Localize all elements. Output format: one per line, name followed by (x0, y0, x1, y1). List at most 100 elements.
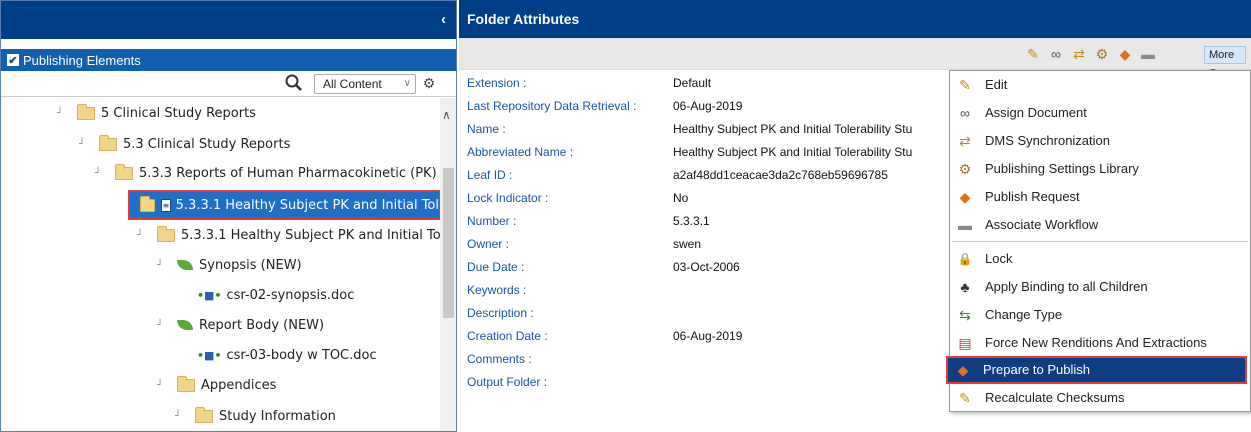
menu-item-dms-synchronization[interactable]: ⇄ DMS Synchronization (950, 127, 1250, 155)
attribute-value: Healthy Subject PK and Initial Tolerabil… (673, 122, 913, 136)
tree-node[interactable]: ┘ 5.3 Clinical Study Reports (79, 131, 290, 157)
content-filter-select[interactable]: All Content ∨ (314, 74, 416, 94)
tree-node[interactable]: •■• csr-02-synopsis.doc (197, 282, 354, 308)
menu-item-force-new-renditions[interactable]: ▤ Force New Renditions And Extractions (950, 329, 1250, 357)
tree-node[interactable]: ┘ 5.3.3.1 Healthy Subject PK and Initial… (137, 222, 452, 248)
sync-icon[interactable]: ⇄ (1070, 46, 1088, 62)
attribute-label: Last Repository Data Retrieval : (467, 99, 637, 113)
publish-request-icon: ◆ (959, 189, 971, 205)
link-icon: ∞ (960, 105, 970, 121)
tree-node-label: Study Information (219, 408, 336, 424)
tree-node[interactable]: ┘ Report Body (NEW) (157, 312, 324, 338)
expand-icon[interactable]: ┘ (79, 139, 87, 150)
expand-icon[interactable]: ┘ (57, 108, 65, 119)
attribute-label: Leaf ID : (467, 168, 513, 182)
attributes-toolbar: ✎ ∞ ⇄ ⚙ ◆ ▬ More ▼ (459, 38, 1251, 76)
chevron-down-icon: ∨ (403, 78, 411, 89)
tree-node-label: Appendices (201, 377, 277, 393)
tree-node-label: Report Body (NEW) (199, 317, 325, 333)
left-panel-header: ‹ (1, 1, 456, 39)
scroll-up-icon[interactable]: ∧ (442, 108, 451, 122)
tree-node[interactable]: ┘ Study Information (175, 403, 336, 429)
menu-item-label: Assign Document (985, 105, 1087, 120)
attribute-label: Abbreviated Name : (467, 145, 574, 159)
attribute-label: Keywords : (467, 283, 527, 297)
menu-item-lock[interactable]: 🔒 Lock (950, 245, 1250, 273)
publish-request-icon[interactable]: ◆ (1116, 46, 1134, 62)
scrollbar-thumb[interactable] (443, 168, 454, 318)
leaf-icon (177, 320, 193, 330)
tree-node[interactable]: ┘ Synopsis (NEW) (157, 252, 302, 278)
attribute-value: 06-Aug-2019 (673, 99, 743, 113)
menu-item-label: Edit (985, 77, 1008, 92)
publishing-elements-panel: ‹ ✔ Publishing Elements All Content ∨ ⚙ … (0, 0, 457, 432)
menu-item-label: Prepare to Publish (983, 362, 1090, 377)
menu-item-label: DMS Synchronization (985, 133, 1110, 148)
attribute-label: Output Folder : (467, 375, 548, 389)
attribute-value: a2af48dd1ceacae3da2c768eb59696785 (673, 168, 888, 182)
tree-node-label: csr-03-body w TOC.doc (226, 347, 377, 363)
binding-icon: ♣ (960, 279, 970, 295)
menu-item-recalculate-checksums[interactable]: ✎ Recalculate Checksums (950, 384, 1250, 412)
menu-item-associate-workflow[interactable]: ▬ Associate Workflow (950, 211, 1250, 239)
attribute-label: Description : (467, 306, 534, 320)
tree-scrollbar[interactable]: ∧ (440, 98, 456, 431)
menu-item-publish-request[interactable]: ◆ Publish Request (950, 183, 1250, 211)
attribute-label: Lock Indicator : (467, 191, 549, 205)
menu-item-prepare-to-publish[interactable]: ◆ Prepare to Publish (946, 356, 1247, 384)
expand-icon[interactable]: ┘ (157, 260, 165, 271)
more-button[interactable]: More ▼ (1204, 46, 1246, 76)
tree-node[interactable]: ┘ Appendices (157, 372, 276, 398)
expand-icon[interactable]: ┘ (95, 168, 103, 179)
menu-item-label: Publish Request (985, 189, 1080, 204)
publishing-elements-checkbox[interactable]: ✔ (7, 54, 19, 67)
expand-icon[interactable]: ┘ (137, 230, 145, 241)
menu-item-apply-binding[interactable]: ♣ Apply Binding to all Children (950, 273, 1250, 301)
tree-node[interactable]: ┘ 5.3.3 Reports of Human Pharmacokinetic… (95, 160, 449, 186)
folder-icon (195, 406, 213, 423)
attribute-label: Extension : (467, 76, 527, 90)
search-icon[interactable] (284, 73, 304, 93)
folder-attributes-title: Folder Attributes (459, 0, 1251, 38)
attribute-label: Creation Date : (467, 329, 548, 343)
menu-item-label: Change Type (985, 307, 1063, 322)
attribute-value: 5.3.3.1 (673, 214, 710, 228)
library-icon[interactable]: ⚙ (1093, 46, 1111, 62)
workflow-icon: ▬ (958, 217, 972, 233)
filter-row: All Content ∨ ⚙ (1, 71, 456, 97)
tree-node[interactable]: •■• csr-03-body w TOC.doc (197, 342, 377, 368)
tree-node-selected[interactable]: ≡ 5.3.3.1 Healthy Subject PK and Initial… (128, 190, 441, 220)
tree-node-label: Synopsis (NEW) (199, 257, 302, 273)
attribute-value: swen (673, 237, 702, 251)
expand-icon[interactable]: ┘ (157, 320, 165, 331)
menu-item-label: Publishing Settings Library (985, 161, 1139, 176)
menu-item-label: Recalculate Checksums (985, 390, 1125, 405)
tree-node[interactable]: ┘ 5 Clinical Study Reports (57, 100, 256, 126)
edit-icon[interactable]: ✎ (1024, 46, 1042, 62)
menu-item-edit[interactable]: ✎ Edit (950, 71, 1250, 99)
sync-icon: ⇄ (959, 133, 971, 149)
expand-icon[interactable]: ┘ (175, 411, 183, 422)
collapse-panel-button[interactable]: ‹ (441, 11, 446, 28)
tree-node-label: 5 Clinical Study Reports (101, 105, 256, 121)
attribute-value: No (673, 191, 689, 205)
content-filter-value: All Content (323, 77, 382, 91)
app: { "left_panel": { "collapse": "‹", "publ… (0, 0, 1251, 432)
gear-icon[interactable]: ⚙ (421, 75, 437, 91)
leaf-icon (177, 260, 193, 270)
publishing-elements-header: ✔ Publishing Elements (1, 49, 456, 71)
menu-item-assign-document[interactable]: ∞ Assign Document (950, 99, 1250, 127)
menu-item-publishing-settings-library[interactable]: ⚙ Publishing Settings Library (950, 155, 1250, 183)
publishing-tree: ┘ 5 Clinical Study Reports ┘ 5.3 Clinica… (1, 98, 452, 431)
expand-icon[interactable]: ┘ (157, 380, 165, 391)
menu-item-label: Force New Renditions And Extractions (985, 335, 1207, 350)
edit-icon: ✎ (959, 77, 971, 93)
menu-separator (952, 241, 1248, 242)
checksum-icon: ✎ (959, 390, 971, 406)
menu-item-label: Apply Binding to all Children (985, 279, 1148, 294)
search-input[interactable] (5, 74, 301, 94)
link-icon[interactable]: ∞ (1047, 46, 1065, 62)
tree-node-label: 5.3 Clinical Study Reports (123, 136, 291, 152)
workflow-icon[interactable]: ▬ (1139, 46, 1157, 62)
menu-item-change-type[interactable]: ⇆ Change Type (950, 301, 1250, 329)
